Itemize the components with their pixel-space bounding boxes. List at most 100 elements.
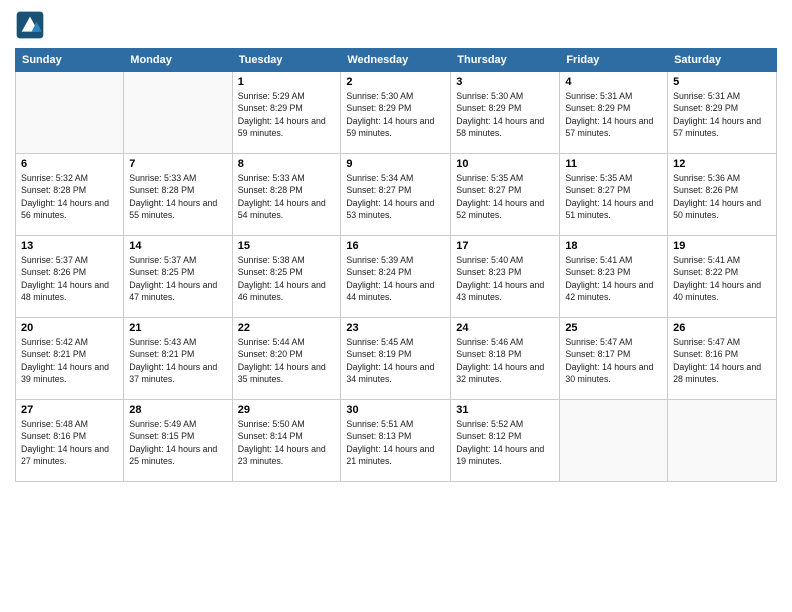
day-info: Sunrise: 5:50 AM Sunset: 8:14 PM Dayligh… [238,418,336,467]
calendar-cell: 12Sunrise: 5:36 AM Sunset: 8:26 PM Dayli… [668,154,777,236]
calendar-cell: 25 Sunrise: 5:47 AM Sunset: 8:17 PM Dayli… [560,318,668,400]
day-info: Sunrise: 5:29 AM Sunset: 8:29 PM Dayligh… [238,90,336,139]
calendar-cell [16,72,124,154]
day-number: 11 [565,158,662,170]
day-number: 18 [565,240,662,252]
weekday-header-wednesday: Wednesday [341,49,451,72]
calendar-cell: 7 Sunrise: 5:33 AM Sunset: 8:28 PM Daylig… [124,154,232,236]
calendar-cell: 9 Sunrise: 5:34 AM Sunset: 8:27 PM Daylig… [341,154,451,236]
day-number: 16 [346,240,445,252]
weekday-header-friday: Friday [560,49,668,72]
calendar: SundayMondayTuesdayWednesdayThursdayFrid… [15,48,777,482]
logo [15,10,49,40]
calendar-cell: 16 Sunrise: 5:39 AM Sunset: 8:24 PM Dayli… [341,236,451,318]
day-info: Sunrise: 5:47 AM Sunset: 8:16 PM Dayligh… [673,336,771,385]
calendar-cell: 21 Sunrise: 5:43 AM Sunset: 8:21 PM Dayli… [124,318,232,400]
calendar-cell: 23Sunrise: 5:45 AM Sunset: 8:19 PM Dayli… [341,318,451,400]
calendar-cell: 27Sunrise: 5:48 AM Sunset: 8:16 PM Dayli… [16,400,124,482]
day-number: 25 [565,322,662,334]
day-number: 9 [346,158,445,170]
calendar-cell: 28 Sunrise: 5:49 AM Sunset: 8:15 PM Dayli… [124,400,232,482]
day-number: 28 [129,404,226,416]
calendar-cell: 1 Sunrise: 5:29 AM Sunset: 8:29 PM Daylig… [232,72,341,154]
calendar-cell: 2Sunrise: 5:30 AM Sunset: 8:29 PM Daylig… [341,72,451,154]
day-info: Sunrise: 5:52 AM Sunset: 8:12 PM Dayligh… [456,418,554,467]
day-info: Sunrise: 5:48 AM Sunset: 8:16 PM Dayligh… [21,418,118,467]
weekday-header-monday: Monday [124,49,232,72]
day-number: 26 [673,322,771,334]
day-info: Sunrise: 5:37 AM Sunset: 8:25 PM Dayligh… [129,254,226,303]
calendar-cell: 14 Sunrise: 5:37 AM Sunset: 8:25 PM Dayli… [124,236,232,318]
calendar-cell: 11 Sunrise: 5:35 AM Sunset: 8:27 PM Dayli… [560,154,668,236]
calendar-cell: 17Sunrise: 5:40 AM Sunset: 8:23 PM Dayli… [451,236,560,318]
day-info: Sunrise: 5:51 AM Sunset: 8:13 PM Dayligh… [346,418,445,467]
day-info: Sunrise: 5:41 AM Sunset: 8:22 PM Dayligh… [673,254,771,303]
day-info: Sunrise: 5:31 AM Sunset: 8:29 PM Dayligh… [673,90,771,139]
day-number: 19 [673,240,771,252]
calendar-cell: 19 Sunrise: 5:41 AM Sunset: 8:22 PM Dayli… [668,236,777,318]
week-row-3: 13 Sunrise: 5:37 AM Sunset: 8:26 PM Dayli… [16,236,777,318]
day-number: 29 [238,404,336,416]
calendar-cell: 18 Sunrise: 5:41 AM Sunset: 8:23 PM Dayli… [560,236,668,318]
calendar-cell: 29 Sunrise: 5:50 AM Sunset: 8:14 PM Dayli… [232,400,341,482]
day-info: Sunrise: 5:30 AM Sunset: 8:29 PM Dayligh… [346,90,445,139]
calendar-cell: 8 Sunrise: 5:33 AM Sunset: 8:28 PM Daylig… [232,154,341,236]
day-number: 8 [238,158,336,170]
calendar-cell: 3Sunrise: 5:30 AM Sunset: 8:29 PM Daylig… [451,72,560,154]
day-number: 1 [238,76,336,88]
calendar-cell: 13 Sunrise: 5:37 AM Sunset: 8:26 PM Dayli… [16,236,124,318]
day-info: Sunrise: 5:42 AM Sunset: 8:21 PM Dayligh… [21,336,118,385]
day-number: 6 [21,158,118,170]
weekday-header-sunday: Sunday [16,49,124,72]
day-info: Sunrise: 5:49 AM Sunset: 8:15 PM Dayligh… [129,418,226,467]
day-number: 3 [456,76,554,88]
weekday-header-saturday: Saturday [668,49,777,72]
week-row-4: 20 Sunrise: 5:42 AM Sunset: 8:21 PM Dayli… [16,318,777,400]
weekday-header-tuesday: Tuesday [232,49,341,72]
day-info: Sunrise: 5:41 AM Sunset: 8:23 PM Dayligh… [565,254,662,303]
calendar-cell [560,400,668,482]
day-info: Sunrise: 5:40 AM Sunset: 8:23 PM Dayligh… [456,254,554,303]
day-info: Sunrise: 5:47 AM Sunset: 8:17 PM Dayligh… [565,336,662,385]
day-number: 21 [129,322,226,334]
calendar-cell: 5 Sunrise: 5:31 AM Sunset: 8:29 PM Daylig… [668,72,777,154]
day-number: 22 [238,322,336,334]
calendar-cell: 31 Sunrise: 5:52 AM Sunset: 8:12 PM Dayli… [451,400,560,482]
calendar-cell: 6Sunrise: 5:32 AM Sunset: 8:28 PM Daylig… [16,154,124,236]
day-info: Sunrise: 5:39 AM Sunset: 8:24 PM Dayligh… [346,254,445,303]
day-info: Sunrise: 5:46 AM Sunset: 8:18 PM Dayligh… [456,336,554,385]
day-number: 14 [129,240,226,252]
week-row-5: 27Sunrise: 5:48 AM Sunset: 8:16 PM Dayli… [16,400,777,482]
calendar-cell: 20 Sunrise: 5:42 AM Sunset: 8:21 PM Dayli… [16,318,124,400]
day-info: Sunrise: 5:37 AM Sunset: 8:26 PM Dayligh… [21,254,118,303]
calendar-cell: 10Sunrise: 5:35 AM Sunset: 8:27 PM Dayli… [451,154,560,236]
day-info: Sunrise: 5:35 AM Sunset: 8:27 PM Dayligh… [565,172,662,221]
day-info: Sunrise: 5:33 AM Sunset: 8:28 PM Dayligh… [238,172,336,221]
logo-icon [15,10,45,40]
day-info: Sunrise: 5:34 AM Sunset: 8:27 PM Dayligh… [346,172,445,221]
calendar-cell: 30 Sunrise: 5:51 AM Sunset: 8:13 PM Dayli… [341,400,451,482]
day-number: 31 [456,404,554,416]
day-info: Sunrise: 5:44 AM Sunset: 8:20 PM Dayligh… [238,336,336,385]
day-number: 5 [673,76,771,88]
day-info: Sunrise: 5:31 AM Sunset: 8:29 PM Dayligh… [565,90,662,139]
day-info: Sunrise: 5:43 AM Sunset: 8:21 PM Dayligh… [129,336,226,385]
header [15,10,777,40]
day-number: 30 [346,404,445,416]
day-info: Sunrise: 5:36 AM Sunset: 8:26 PM Dayligh… [673,172,771,221]
calendar-cell: 4Sunrise: 5:31 AM Sunset: 8:29 PM Daylig… [560,72,668,154]
day-number: 23 [346,322,445,334]
day-info: Sunrise: 5:35 AM Sunset: 8:27 PM Dayligh… [456,172,554,221]
calendar-cell [124,72,232,154]
calendar-cell [668,400,777,482]
calendar-header: SundayMondayTuesdayWednesdayThursdayFrid… [16,49,777,72]
day-number: 24 [456,322,554,334]
day-info: Sunrise: 5:33 AM Sunset: 8:28 PM Dayligh… [129,172,226,221]
calendar-cell: 24 Sunrise: 5:46 AM Sunset: 8:18 PM Dayli… [451,318,560,400]
page: SundayMondayTuesdayWednesdayThursdayFrid… [0,0,792,612]
week-row-2: 6Sunrise: 5:32 AM Sunset: 8:28 PM Daylig… [16,154,777,236]
day-number: 7 [129,158,226,170]
day-number: 15 [238,240,336,252]
day-number: 20 [21,322,118,334]
day-number: 13 [21,240,118,252]
